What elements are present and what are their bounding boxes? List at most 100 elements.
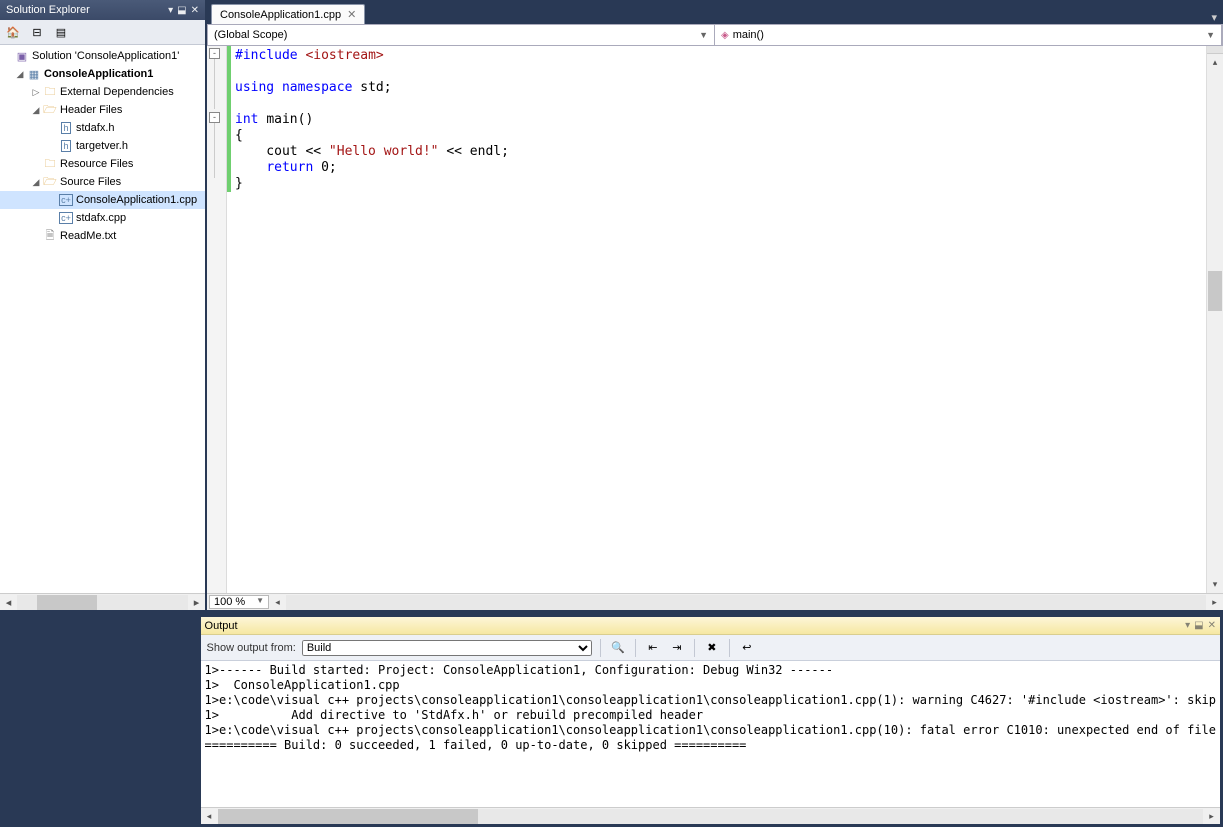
pin-icon[interactable]: ⬓	[177, 5, 186, 16]
chevron-down-icon[interactable]: ◢	[14, 69, 26, 80]
readme-node[interactable]: 🗎 ReadMe.txt	[0, 227, 205, 245]
home-icon[interactable]: 🏠	[4, 23, 22, 41]
scroll-up-icon[interactable]: ▴	[1207, 54, 1223, 71]
code-text[interactable]: #include <iostream> using namespace std;…	[231, 46, 1206, 593]
external-deps-label: External Dependencies	[58, 86, 174, 98]
solution-icon: ▣	[14, 50, 30, 63]
close-icon[interactable]: ✕	[347, 8, 356, 21]
chevron-down-icon[interactable]: ◢	[30, 177, 42, 188]
resource-files-node[interactable]: 🗀 Resource Files	[0, 155, 205, 173]
project-node[interactable]: ◢ ▦ ConsoleApplication1	[0, 65, 205, 83]
find-message-icon[interactable]: 🔍	[609, 639, 627, 657]
solution-explorer-toolbar: 🏠 ⊟ ▤	[0, 20, 205, 45]
tab-label: ConsoleApplication1.cpp	[220, 9, 341, 21]
zoom-dropdown[interactable]: 100 % ▼	[209, 595, 269, 609]
scope-right-label: main()	[733, 29, 764, 41]
outline-collapse-icon[interactable]: -	[209, 112, 220, 123]
external-deps-node[interactable]: ▷ 🗀 External Dependencies	[0, 83, 205, 101]
chevron-right-icon[interactable]: ▷	[30, 87, 42, 98]
output-line: 1>e:\code\visual c++ projects\consoleapp…	[205, 723, 1216, 737]
zoom-value: 100 %	[214, 596, 245, 608]
stdafx-cpp-label: stdafx.cpp	[74, 212, 126, 224]
properties-icon[interactable]: ▤	[52, 23, 70, 41]
scroll-right-icon[interactable]: ▸	[188, 596, 205, 609]
output-title: Output	[205, 620, 1182, 632]
cpp-file-icon: c+	[58, 194, 74, 206]
output-text[interactable]: 1>------ Build started: Project: Console…	[201, 661, 1220, 807]
solution-hscrollbar[interactable]: ◂ ▸	[0, 593, 205, 610]
scroll-thumb[interactable]	[37, 595, 97, 610]
dropdown-icon[interactable]: ▾	[1185, 620, 1190, 631]
outline-collapse-icon[interactable]: -	[209, 48, 220, 59]
stdafx-h-node[interactable]: h stdafx.h	[0, 119, 205, 137]
pin-icon[interactable]: ⬓	[1194, 620, 1203, 631]
code-gutter: - -	[207, 46, 227, 593]
dropdown-icon[interactable]: ▾	[168, 5, 173, 16]
chevron-down-icon[interactable]: ◢	[30, 105, 42, 116]
scroll-left-icon[interactable]: ◂	[269, 597, 286, 608]
show-output-from-select[interactable]: Build	[302, 640, 592, 656]
solution-node[interactable]: ▣ Solution 'ConsoleApplication1'	[0, 47, 205, 65]
editor-panel: ConsoleApplication1.cpp ✕ ▾ (Global Scop…	[207, 0, 1223, 610]
output-hscrollbar[interactable]: ◂ ▸	[201, 807, 1220, 824]
scroll-left-icon[interactable]: ◂	[0, 596, 17, 609]
scroll-down-icon[interactable]: ▾	[1207, 576, 1223, 593]
clear-all-icon[interactable]: ✖	[703, 639, 721, 657]
stdafx-h-label: stdafx.h	[74, 122, 115, 134]
folder-open-icon: 🗁	[42, 173, 58, 192]
collapse-icon[interactable]: ⊟	[28, 23, 46, 41]
scope-bar: (Global Scope) ▼ ◈ main() ▼	[207, 24, 1223, 46]
source-files-label: Source Files	[58, 176, 121, 188]
tab-consoleapp-cpp[interactable]: ConsoleApplication1.cpp ✕	[211, 4, 365, 24]
h-file-icon: h	[58, 122, 74, 134]
chevron-down-icon: ▼	[1206, 30, 1215, 40]
solution-explorer-header: Solution Explorer ▾ ⬓ ✕	[0, 0, 205, 20]
output-panel: Output ▾ ⬓ ✕ Show output from: Build 🔍 ⇤…	[200, 616, 1221, 825]
consoleapp-cpp-node[interactable]: c+ ConsoleApplication1.cpp	[0, 191, 205, 209]
editor-vscrollbar[interactable]: ▴ ▾	[1206, 46, 1223, 593]
editor-status-bar: 100 % ▼ ◂ ▸	[207, 593, 1223, 610]
output-header: Output ▾ ⬓ ✕	[201, 617, 1220, 635]
solution-explorer-title: Solution Explorer	[6, 4, 164, 16]
source-files-node[interactable]: ◢ 🗁 Source Files	[0, 173, 205, 191]
project-label: ConsoleApplication1	[42, 68, 153, 80]
scroll-thumb[interactable]	[1208, 271, 1222, 311]
cpp-file-icon: c+	[58, 212, 74, 224]
solution-tree[interactable]: ▣ Solution 'ConsoleApplication1' ◢ ▦ Con…	[0, 45, 205, 593]
output-line: ========== Build: 0 succeeded, 1 failed,…	[205, 738, 747, 752]
output-line: 1> Add directive to 'StdAfx.h' or rebuil…	[205, 708, 704, 722]
solution-label: Solution 'ConsoleApplication1'	[30, 50, 179, 62]
split-handle-icon[interactable]	[1207, 46, 1223, 54]
targetver-h-label: targetver.h	[74, 140, 128, 152]
scope-right-dropdown[interactable]: ◈ main() ▼	[715, 25, 1222, 45]
folder-open-icon: 🗁	[42, 101, 58, 120]
scroll-left-icon[interactable]: ◂	[201, 811, 218, 822]
editor-tab-bar: ConsoleApplication1.cpp ✕ ▾	[207, 0, 1223, 24]
prev-message-icon[interactable]: ⇤	[644, 639, 662, 657]
header-files-node[interactable]: ◢ 🗁 Header Files	[0, 101, 205, 119]
output-line: 1>------ Build started: Project: Console…	[205, 663, 834, 677]
toggle-wrap-icon[interactable]: ↩	[738, 639, 756, 657]
consoleapp-cpp-label: ConsoleApplication1.cpp	[74, 194, 197, 206]
close-icon[interactable]: ✕	[1208, 620, 1216, 631]
method-icon: ◈	[721, 30, 729, 41]
code-editor[interactable]: - - #include <iostream> using namespace …	[207, 46, 1223, 593]
editor-hscrollbar[interactable]: ◂ ▸	[269, 595, 1223, 610]
folder-icon: 🗀	[42, 155, 58, 174]
header-files-label: Header Files	[58, 104, 122, 116]
h-file-icon: h	[58, 140, 74, 152]
output-line: 1>e:\code\visual c++ projects\consoleapp…	[205, 693, 1216, 707]
resource-files-label: Resource Files	[58, 158, 133, 170]
close-icon[interactable]: ✕	[191, 5, 199, 16]
stdafx-cpp-node[interactable]: c+ stdafx.cpp	[0, 209, 205, 227]
scroll-right-icon[interactable]: ▸	[1203, 811, 1220, 822]
scope-left-dropdown[interactable]: (Global Scope) ▼	[208, 25, 715, 45]
next-message-icon[interactable]: ⇥	[668, 639, 686, 657]
output-toolbar: Show output from: Build 🔍 ⇤ ⇥ ✖ ↩	[201, 635, 1220, 661]
scroll-right-icon[interactable]: ▸	[1206, 597, 1223, 608]
targetver-h-node[interactable]: h targetver.h	[0, 137, 205, 155]
tab-overflow-icon[interactable]: ▾	[1205, 11, 1223, 24]
readme-label: ReadMe.txt	[58, 230, 116, 242]
project-icon: ▦	[26, 68, 42, 81]
scroll-thumb[interactable]	[218, 809, 478, 824]
